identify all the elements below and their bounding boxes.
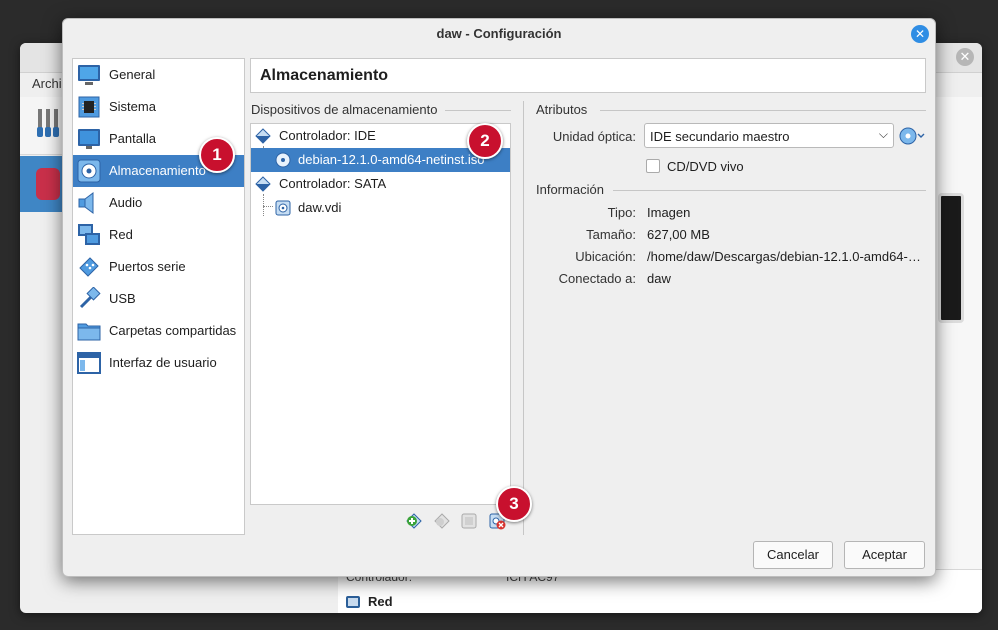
- annotation-badge-2: 2: [467, 123, 503, 159]
- category-label: General: [109, 67, 156, 82]
- display-icon: [78, 129, 100, 149]
- tree-item-label: Controlador: IDE: [279, 128, 376, 143]
- category-label: Sistema: [109, 99, 156, 114]
- window-icon: [77, 352, 101, 374]
- background-menu-file[interactable]: Archi: [32, 76, 62, 91]
- background-section-red[interactable]: Red: [346, 594, 393, 609]
- optical-drive-select[interactable]: IDE secundario maestro ⌵: [644, 123, 894, 148]
- info-value: Imagen: [647, 205, 691, 220]
- category-label: USB: [109, 291, 136, 306]
- category-label: Audio: [109, 195, 143, 210]
- sata-controller-icon: [255, 176, 271, 192]
- category-label: Carpetas compartidas: [109, 323, 237, 338]
- network-icon: [78, 224, 100, 245]
- group-divider: [445, 110, 511, 111]
- vertical-separator: [523, 101, 524, 535]
- category-label: Almacenamiento: [109, 163, 206, 178]
- category-general[interactable]: General: [73, 59, 244, 91]
- storage-tree: Controlador: IDE debian-12.1.0-amd64-net…: [250, 123, 511, 505]
- section-header: Almacenamiento: [250, 58, 926, 93]
- chip-icon: [78, 96, 100, 118]
- info-label: Ubicación:: [575, 249, 636, 264]
- category-system[interactable]: Sistema: [73, 91, 244, 123]
- tree-item-label: Controlador: SATA: [279, 176, 387, 191]
- optical-disc-icon: [275, 152, 291, 168]
- section-title: Almacenamiento: [260, 67, 389, 84]
- tools-icon[interactable]: [36, 107, 62, 139]
- remove-attachment-icon[interactable]: [433, 512, 451, 530]
- annotation-badge-1: 1: [199, 137, 235, 173]
- live-cd-checkbox[interactable]: [646, 159, 660, 173]
- info-value: 627,00 MB: [647, 227, 710, 242]
- category-user-interface[interactable]: Interfaz de usuario: [73, 347, 244, 379]
- tree-item-sata-controller[interactable]: Controlador: SATA: [251, 172, 510, 196]
- background-section-red-label: Red: [368, 594, 393, 609]
- folder-icon: [77, 323, 101, 341]
- disk-icon: [77, 159, 101, 183]
- accept-button[interactable]: Aceptar: [844, 541, 925, 569]
- dialog-title: daw - Configuración: [436, 26, 562, 41]
- attributes-group-label: Atributos: [536, 102, 588, 117]
- cancel-button[interactable]: Cancelar: [753, 541, 833, 569]
- optical-drive-label: Unidad óptica:: [552, 129, 636, 144]
- serial-port-icon: [79, 257, 99, 277]
- speaker-icon: [78, 192, 94, 214]
- usb-icon: [79, 287, 101, 309]
- storage-devices-group-label: Dispositivos de almacenamiento: [251, 102, 438, 117]
- vm-preview: [938, 193, 964, 323]
- category-usb[interactable]: USB: [73, 283, 244, 315]
- ide-controller-icon: [255, 128, 271, 144]
- live-cd-label: CD/DVD vivo: [667, 159, 744, 174]
- info-label: Conectado a:: [558, 271, 636, 286]
- monitor-icon: [78, 65, 100, 85]
- group-divider: [613, 190, 926, 191]
- tree-item-daw-vdi[interactable]: daw.vdi: [251, 196, 510, 220]
- group-divider: [600, 110, 926, 111]
- information-group-label: Información: [536, 182, 604, 197]
- tree-item-label: daw.vdi: [298, 200, 342, 215]
- close-icon[interactable]: ✕: [911, 25, 929, 43]
- category-shared-folders[interactable]: Carpetas compartidas: [73, 315, 244, 347]
- add-attachment-icon[interactable]: [405, 512, 423, 530]
- choose-disk-icon[interactable]: [899, 126, 925, 146]
- optical-drive-value: IDE secundario maestro: [650, 129, 790, 144]
- category-label: Interfaz de usuario: [109, 355, 217, 370]
- background-close-icon[interactable]: ✕: [956, 48, 974, 66]
- info-value: daw: [647, 271, 671, 286]
- hard-disk-icon: [275, 200, 291, 216]
- chevron-down-icon: ⌵: [878, 127, 888, 141]
- category-audio[interactable]: Audio: [73, 187, 244, 219]
- category-label: Red: [109, 227, 133, 242]
- category-network[interactable]: Red: [73, 219, 244, 251]
- category-list: General Sistema Pantalla Almacenamiento …: [72, 58, 245, 535]
- info-value: /home/daw/Descargas/debian-12.1.0-amd64-…: [647, 249, 921, 264]
- network-icon: [346, 595, 360, 608]
- annotation-badge-3: 3: [496, 486, 532, 522]
- category-serial-ports[interactable]: Puertos serie: [73, 251, 244, 283]
- category-label: Pantalla: [109, 131, 156, 146]
- add-controller-icon[interactable]: [460, 512, 478, 530]
- info-label: Tamaño:: [586, 227, 636, 242]
- tree-item-label: debian-12.1.0-amd64-netinst.iso: [298, 152, 485, 167]
- info-label: Tipo:: [607, 205, 636, 220]
- category-label: Puertos serie: [109, 259, 186, 274]
- debian-vm-icon: [36, 168, 60, 200]
